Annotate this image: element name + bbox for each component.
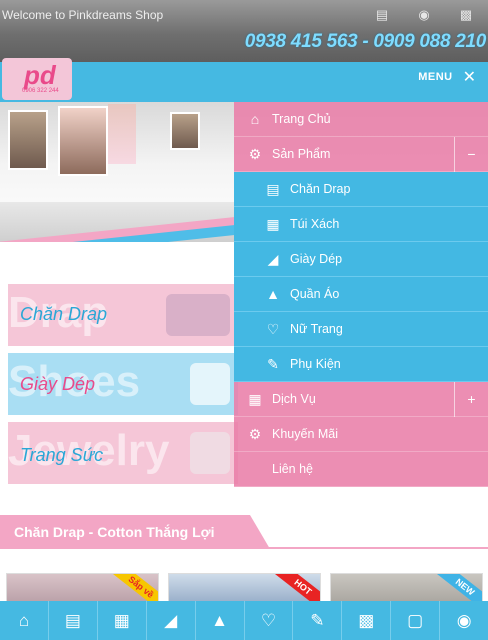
- tag-icon[interactable]: ▢: [391, 601, 441, 640]
- service-icon: ▦: [248, 390, 262, 407]
- dress-icon: ▲: [266, 286, 280, 302]
- logo-phone: 0906 322 244: [22, 88, 59, 94]
- model-figure: [108, 104, 136, 164]
- category-title: Trang Sức: [20, 445, 104, 465]
- menu-label: MENU: [418, 71, 453, 83]
- sitemap-icon[interactable]: ▩: [458, 8, 474, 22]
- necklace-icon[interactable]: ♡: [245, 601, 294, 640]
- menu-item-tui-xach[interactable]: ▦ Túi Xách: [234, 207, 488, 242]
- shoe-icon[interactable]: ◢: [147, 601, 196, 640]
- menu-item-label: Giày Dép: [290, 252, 343, 266]
- bed-image: [166, 294, 230, 336]
- menu-item-quan-ao[interactable]: ▲ Quần Áo: [234, 277, 488, 312]
- bed-icon[interactable]: ▤: [49, 601, 98, 640]
- cog-icon: ⚙: [248, 425, 262, 442]
- bag-icon: ▦: [266, 215, 280, 232]
- category-banner-jewelry[interactable]: Jewelry Trang Sức: [8, 422, 238, 484]
- gift-icon[interactable]: ▩: [342, 601, 392, 640]
- main-menu: ⌂ Trang Chủ ⚙ Sản Phẩm − ▤ Chăn Drap ▦ T…: [234, 102, 488, 487]
- cart-icon[interactable]: ▤: [374, 8, 390, 22]
- section-tab: Chăn Drap - Cotton Thắng Lợi: [0, 515, 270, 549]
- divider: [0, 547, 488, 549]
- home-icon[interactable]: ⌂: [0, 601, 49, 640]
- menu-item-label: Quần Áo: [290, 287, 340, 301]
- section-heading: Chăn Drap - Cotton Thắng Lợi: [0, 515, 488, 549]
- home-icon: ⌂: [250, 111, 260, 127]
- menu-item-giay-dep[interactable]: ◢ Giày Dép: [234, 242, 488, 277]
- logo[interactable]: pd 0906 322 244: [2, 58, 72, 100]
- category-banner-shoes[interactable]: Shoes Giày Dép: [8, 353, 238, 415]
- poster-image: [8, 110, 48, 170]
- header-strip: [0, 62, 488, 102]
- necklace-icon: ♡: [266, 320, 280, 337]
- category-title: Giày Dép: [20, 374, 96, 394]
- shoe-image: [190, 363, 230, 405]
- menu-item-home[interactable]: ⌂ Trang Chủ: [234, 102, 488, 137]
- accessory-icon[interactable]: ✎: [293, 601, 343, 640]
- logo-mark: pd: [24, 60, 56, 90]
- expand-toggle[interactable]: +: [454, 382, 488, 417]
- menu-item-chan-drap[interactable]: ▤ Chăn Drap: [234, 172, 488, 207]
- poster-image: [170, 112, 200, 150]
- user-icon[interactable]: ◉: [416, 8, 432, 22]
- menu-item-label: Phụ Kiện: [290, 357, 341, 371]
- menu-item-contact[interactable]: Liên hệ: [234, 452, 488, 487]
- menu-item-label: Nữ Trang: [290, 322, 343, 336]
- menu-item-label: Sản Phẩm: [272, 147, 331, 161]
- category-banner-drap[interactable]: Drap Chăn Drap: [8, 284, 238, 346]
- accessory-icon: ✎: [267, 355, 279, 372]
- section-title: Chăn Drap - Cotton Thắng Lợi: [14, 524, 215, 540]
- shoe-icon: ◢: [267, 250, 279, 267]
- menu-item-label: Trang Chủ: [272, 112, 331, 126]
- menu-item-label: Liên hệ: [272, 462, 314, 476]
- bed-icon: ▤: [266, 180, 280, 197]
- menu-item-label: Khuyến Mãi: [272, 427, 339, 441]
- poster-image: [58, 106, 108, 176]
- top-icons: ▤ ◉ ▩: [374, 8, 474, 22]
- hotline-number: 0938 415 563 - 0909 088 210: [244, 31, 487, 52]
- menu-item-label: Túi Xách: [290, 217, 340, 231]
- dress-icon[interactable]: ▲: [196, 601, 245, 640]
- scooter-icon[interactable]: ◉: [440, 601, 488, 640]
- welcome-text: Welcome to Pinkdreams Shop: [2, 8, 164, 22]
- menu-item-nu-trang[interactable]: ♡ Nữ Trang: [234, 312, 488, 347]
- bag-icon[interactable]: ▦: [98, 601, 147, 640]
- collapse-toggle[interactable]: −: [454, 137, 488, 172]
- menu-item-promotions[interactable]: ⚙ Khuyến Mãi: [234, 417, 488, 452]
- bottom-nav: ⌂ ▤ ▦ ◢ ▲ ♡ ✎ ▩ ▢ ◉: [0, 601, 488, 640]
- close-icon[interactable]: ✕: [463, 67, 476, 87]
- menu-item-label: Dịch Vụ: [272, 392, 316, 406]
- menu-item-label: Chăn Drap: [290, 182, 351, 196]
- jewelry-image: [190, 432, 230, 474]
- cog-icon: ⚙: [248, 145, 262, 162]
- category-title: Chăn Drap: [20, 304, 108, 324]
- menu-item-products[interactable]: ⚙ Sản Phẩm −: [234, 137, 488, 172]
- menu-item-services[interactable]: ▦ Dịch Vụ +: [234, 382, 488, 417]
- menu-toggle-button[interactable]: MENU ✕: [418, 67, 476, 87]
- top-bar: Welcome to Pinkdreams Shop ▤ ◉ ▩ 0938 41…: [0, 0, 488, 62]
- menu-item-phu-kien[interactable]: ✎ Phụ Kiện: [234, 347, 488, 382]
